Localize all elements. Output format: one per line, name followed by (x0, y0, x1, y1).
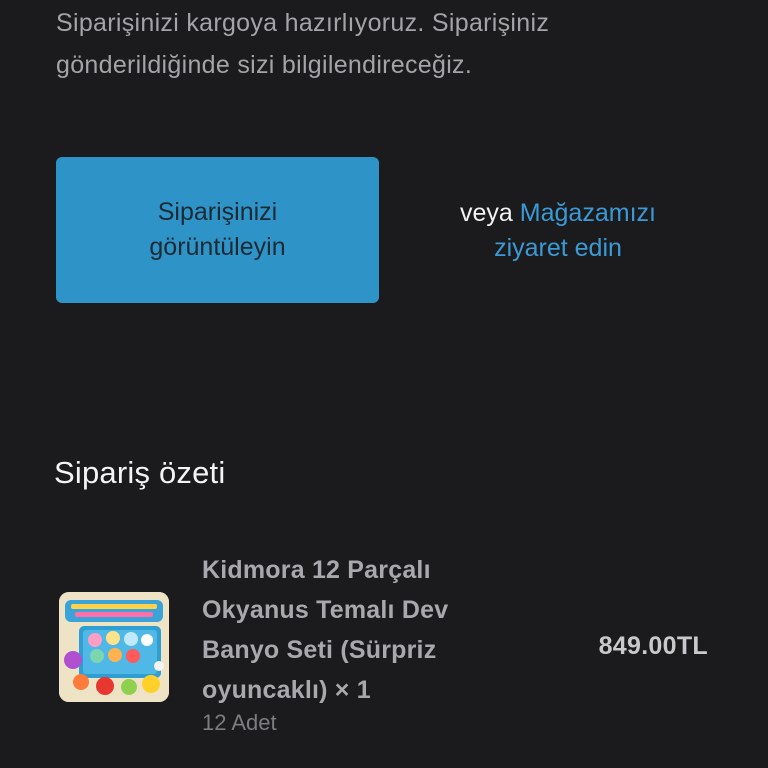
product-name: Kidmora 12 Parçalı Okyanus Temalı Dev Ba… (202, 556, 449, 704)
visit-store-line: veya Mağazamızı ziyaret edin (432, 196, 684, 266)
bath-bomb-set-icon (59, 592, 169, 702)
product-price: 849.00TL (598, 632, 708, 660)
view-order-button[interactable]: Siparişinizi görüntüleyin (56, 157, 379, 303)
order-summary-title: Sipariş özeti (54, 455, 226, 490)
order-confirmation-page: Siparişinizi kargoya hazırlıyoruz. Sipar… (0, 0, 768, 768)
visit-store-link[interactable]: Mağazamızı ziyaret edin (494, 199, 656, 262)
order-status-message: Siparişinizi kargoya hazırlıyoruz. Sipar… (56, 9, 550, 79)
or-text: veya (460, 199, 513, 227)
order-line-item: Kidmora 12 Parçalı Okyanus Temalı Dev Ba… (0, 548, 768, 748)
product-thumbnail (59, 592, 169, 702)
product-quantity: 12 Adet (202, 710, 277, 735)
view-order-button-label: Siparişinizi görüntüleyin (149, 198, 286, 261)
